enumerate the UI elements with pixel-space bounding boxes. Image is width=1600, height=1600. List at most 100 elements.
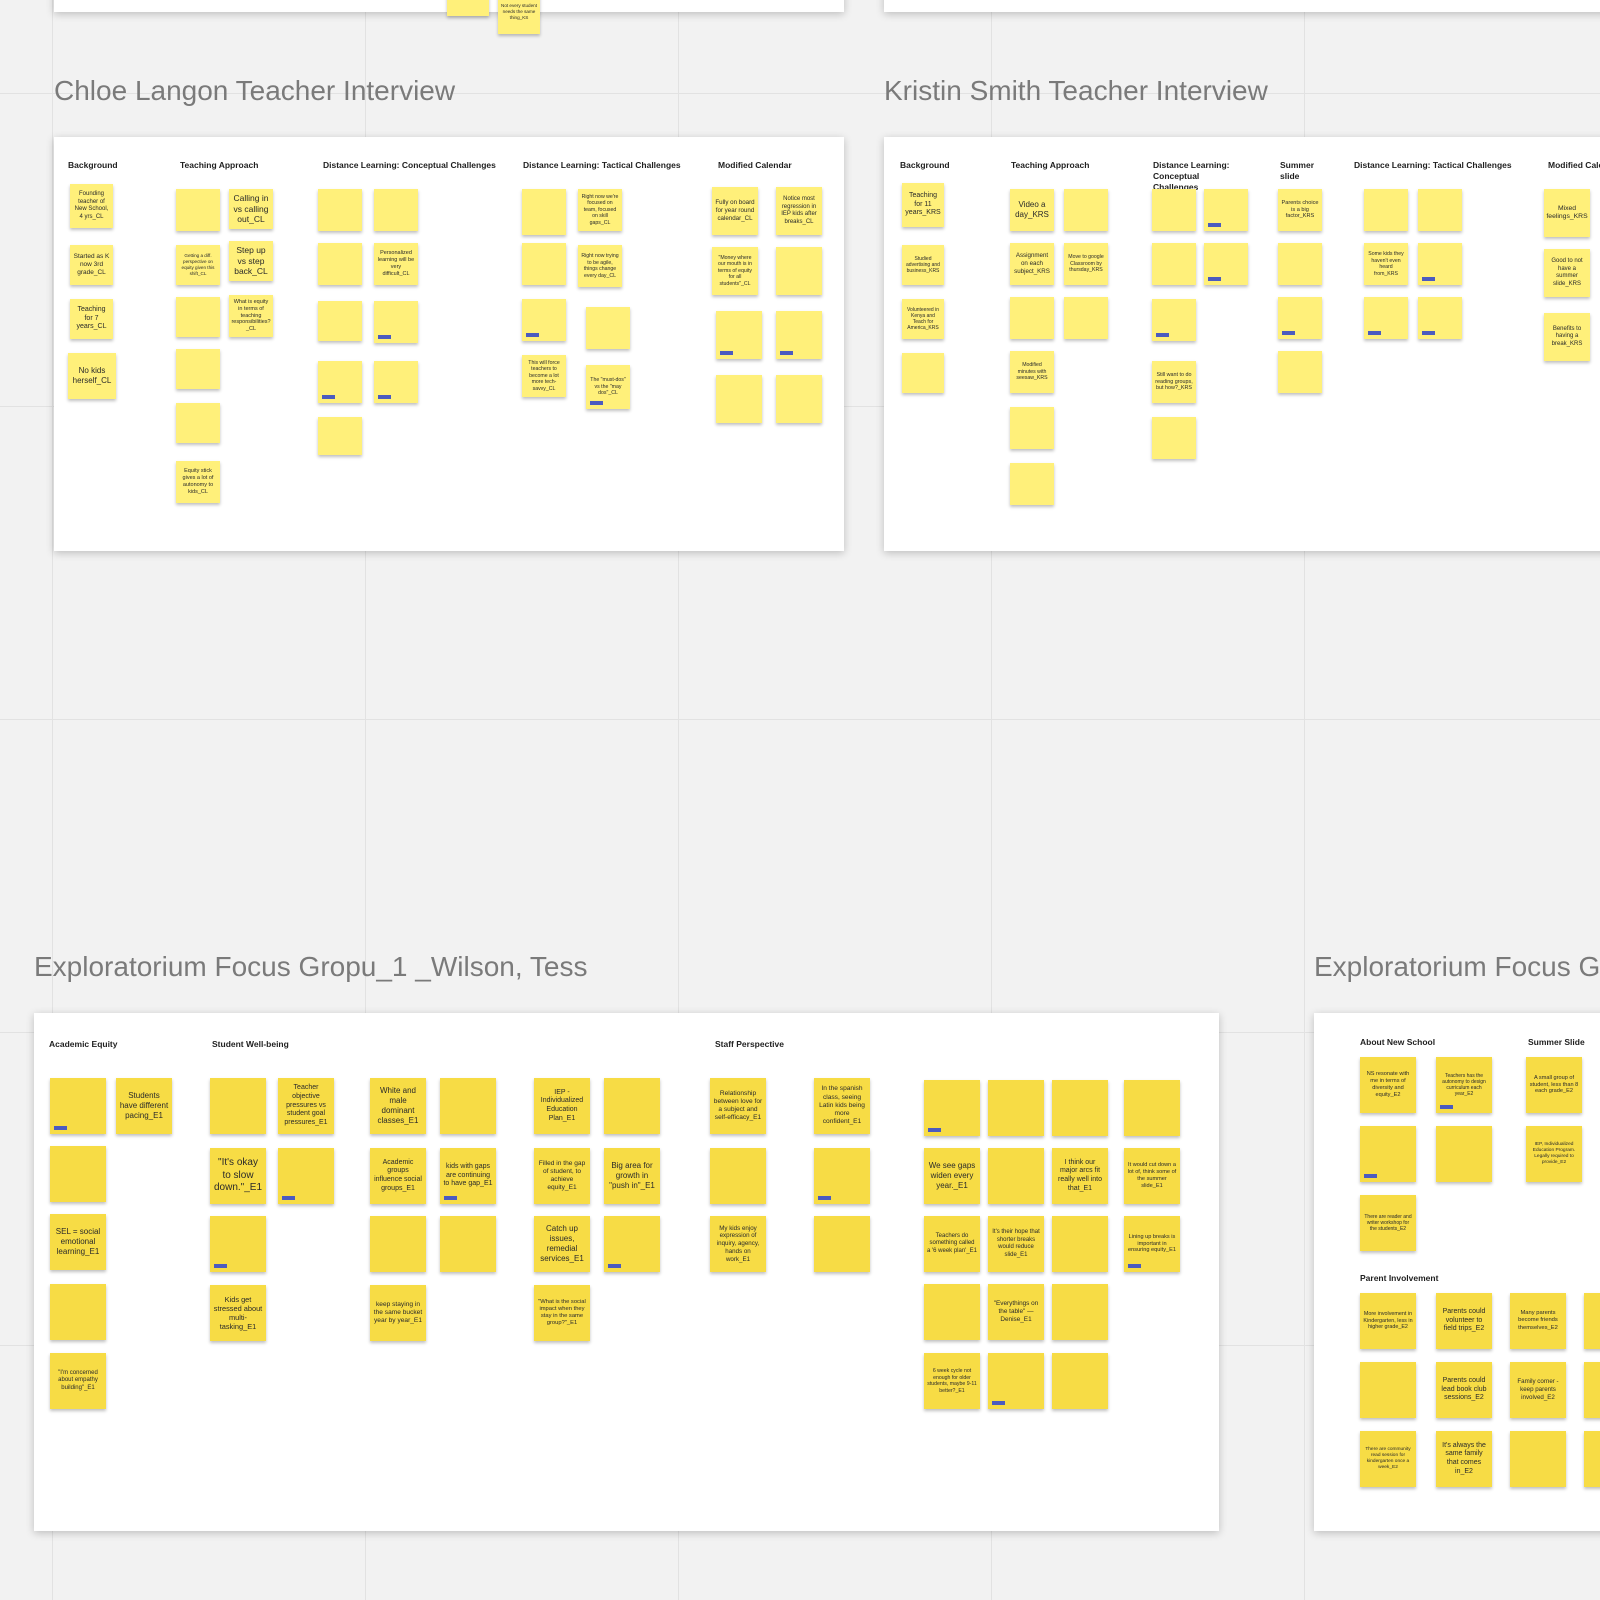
sticky-note[interactable]: Teacher objective pressures vs student g… (278, 1078, 334, 1134)
sticky-note[interactable] (988, 1353, 1044, 1409)
sticky-note[interactable]: In the spanish class, seeing Latin kids … (814, 1078, 870, 1134)
sticky-note[interactable] (1360, 1362, 1416, 1418)
sticky-note[interactable]: Family corner - keep parents involved_E2 (1510, 1362, 1566, 1418)
sticky-note[interactable]: Benefits to having a break_KRS (1544, 313, 1590, 361)
sticky-note[interactable] (1152, 189, 1196, 231)
sticky-note[interactable]: It's always the same family that comes i… (1436, 1431, 1492, 1487)
sticky-note[interactable]: White and male dominant classes_E1 (370, 1078, 426, 1134)
board-exploratorium-e2[interactable]: About New School Summer Slide Parent Inv… (1314, 1013, 1600, 1531)
sticky-note[interactable]: Parents choice is a big factor_KRS (1278, 189, 1322, 231)
sticky-note[interactable]: "What is the social impact when they sta… (534, 1285, 590, 1341)
sticky-note[interactable]: My kids enjoy expression of inquiry, age… (710, 1216, 766, 1272)
sticky-note[interactable] (440, 1216, 496, 1272)
sticky-note[interactable]: Kids get stressed about multi-tasking_E1 (210, 1285, 266, 1341)
sticky-note[interactable]: IEP, Individualized Education Program. L… (1526, 1126, 1582, 1182)
sticky-note[interactable]: Video a day_KRS (1010, 189, 1054, 231)
sticky-note[interactable] (318, 361, 362, 403)
sticky-note[interactable] (1010, 407, 1054, 449)
sticky-note[interactable]: What is equity in terms of teaching resp… (229, 295, 273, 337)
sticky-note[interactable]: "It's okay to slow down."_E1 (210, 1148, 266, 1204)
sticky-note[interactable]: Teaching for 11 years_KRS (902, 183, 944, 227)
sticky-note[interactable] (318, 189, 362, 231)
sticky-note[interactable] (1052, 1353, 1108, 1409)
board-exploratorium-wilson[interactable]: Academic Equity Student Well-being Staff… (34, 1013, 1219, 1531)
sticky-note[interactable]: 6 week cycle not enough for older studen… (924, 1353, 980, 1409)
sticky-note[interactable] (370, 1216, 426, 1272)
sticky-note[interactable]: Studied advertising and business_KRS (902, 245, 944, 285)
sticky-note[interactable] (776, 375, 822, 423)
sticky-note[interactable]: Move to google Classroom by thursday_KRS (1064, 243, 1108, 285)
sticky-note[interactable]: It would cut down a lot of, think some o… (1124, 1148, 1180, 1204)
sticky-note[interactable] (716, 311, 762, 359)
sticky-note[interactable] (1052, 1080, 1108, 1136)
sticky-note[interactable]: Started as K now 3rd grade_CL (70, 245, 113, 285)
sticky-note[interactable]: IEP - Individualized Education Plan_E1 (534, 1078, 590, 1134)
sticky-note[interactable] (1418, 297, 1462, 339)
sticky-note[interactable]: The "must-dos" vs the "may dos"_CL (586, 365, 630, 409)
sticky-note[interactable] (1436, 1126, 1492, 1182)
sticky-note[interactable]: Personalized learning will be very diffi… (374, 243, 418, 285)
sticky-note[interactable] (374, 189, 418, 231)
sticky-note[interactable]: Founding teacher of New School, 4 yrs_CL (70, 184, 113, 228)
sticky-note[interactable] (522, 243, 566, 285)
sticky-note[interactable] (1064, 189, 1108, 231)
sticky-note[interactable]: There are reader and writer workshop for… (1360, 1195, 1416, 1251)
sticky-note[interactable] (1010, 297, 1054, 339)
sticky-note[interactable] (1052, 1284, 1108, 1340)
sticky-note[interactable] (776, 311, 822, 359)
sticky-note[interactable] (278, 1148, 334, 1204)
sticky-note[interactable] (1584, 1293, 1600, 1349)
sticky-note[interactable]: Fully on board for year round calendar_C… (712, 187, 758, 235)
sticky-note[interactable] (1052, 1216, 1108, 1272)
sticky-note[interactable] (988, 1148, 1044, 1204)
sticky-note[interactable] (374, 361, 418, 403)
sticky-note[interactable] (1124, 1080, 1180, 1136)
sticky-note[interactable] (604, 1216, 660, 1272)
sticky-note[interactable]: Modified minutes with seesaw_KRS (1010, 351, 1054, 393)
sticky-note[interactable] (1418, 243, 1462, 285)
sticky-note[interactable]: "Everythings on the table" — Denise_E1 (988, 1284, 1044, 1340)
sticky-note[interactable] (1364, 189, 1408, 231)
sticky-note[interactable] (1152, 417, 1196, 459)
sticky-note[interactable]: Teachers do something called a '6 week p… (924, 1216, 980, 1272)
sticky-note[interactable] (210, 1078, 266, 1134)
sticky-note[interactable] (318, 417, 362, 455)
sticky-note[interactable] (1152, 299, 1196, 341)
sticky-note[interactable]: Notice most regression in IEP kids after… (776, 187, 822, 235)
sticky-note[interactable] (604, 1078, 660, 1134)
sticky-note[interactable]: keep staying in the same bucket year by … (370, 1285, 426, 1341)
sticky-note[interactable]: Calling in vs calling out_CL (229, 189, 273, 229)
sticky-note[interactable]: No kids herself_CL (68, 353, 116, 399)
sticky-note[interactable] (1584, 1431, 1600, 1487)
sticky-note[interactable]: Assignment on each subject_KRS (1010, 243, 1054, 285)
sticky-note[interactable] (1584, 1362, 1600, 1418)
sticky-note[interactable]: Lining up breaks is important in ensurin… (1124, 1216, 1180, 1272)
sticky-note[interactable] (902, 353, 944, 393)
sticky-note[interactable]: This will force teachers to become a lot… (522, 355, 566, 397)
sticky-note[interactable] (176, 189, 220, 231)
frame-title-chloe[interactable]: Chloe Langon Teacher Interview (54, 75, 455, 107)
sticky-note[interactable] (50, 1284, 106, 1340)
sticky-note[interactable]: "Money where our mouth is in terms of eq… (712, 247, 758, 295)
sticky-note[interactable] (522, 189, 566, 235)
sticky-note[interactable]: Relationship between love for a subject … (710, 1078, 766, 1134)
sticky-note[interactable]: It's their hope that shorter breaks woul… (988, 1216, 1044, 1272)
frame-title-kristin[interactable]: Kristin Smith Teacher Interview (884, 75, 1268, 107)
sticky-note[interactable] (447, 0, 489, 16)
sticky-note[interactable]: We see gaps widen every year._E1 (924, 1148, 980, 1204)
sticky-note[interactable]: "I'm concerned about empathy building"_E… (50, 1353, 106, 1409)
sticky-note[interactable] (50, 1078, 106, 1134)
sticky-note[interactable] (1418, 189, 1462, 231)
sticky-note[interactable]: Teachers has the autonomy to design curr… (1436, 1057, 1492, 1113)
sticky-note[interactable] (522, 299, 566, 341)
sticky-note[interactable]: Teaching for 7 years_CL (70, 299, 113, 339)
sticky-note[interactable] (1360, 1126, 1416, 1182)
sticky-note[interactable] (318, 301, 362, 341)
sticky-note[interactable] (50, 1146, 106, 1202)
sticky-note[interactable]: Big area for growth in "push in"_E1 (604, 1148, 660, 1204)
sticky-note[interactable] (924, 1080, 980, 1136)
sticky-note[interactable] (1064, 297, 1108, 339)
sticky-note[interactable] (1278, 297, 1322, 339)
sticky-note[interactable]: Step up vs step back_CL (229, 241, 273, 281)
frame-title-e2[interactable]: Exploratorium Focus G (1314, 951, 1600, 983)
